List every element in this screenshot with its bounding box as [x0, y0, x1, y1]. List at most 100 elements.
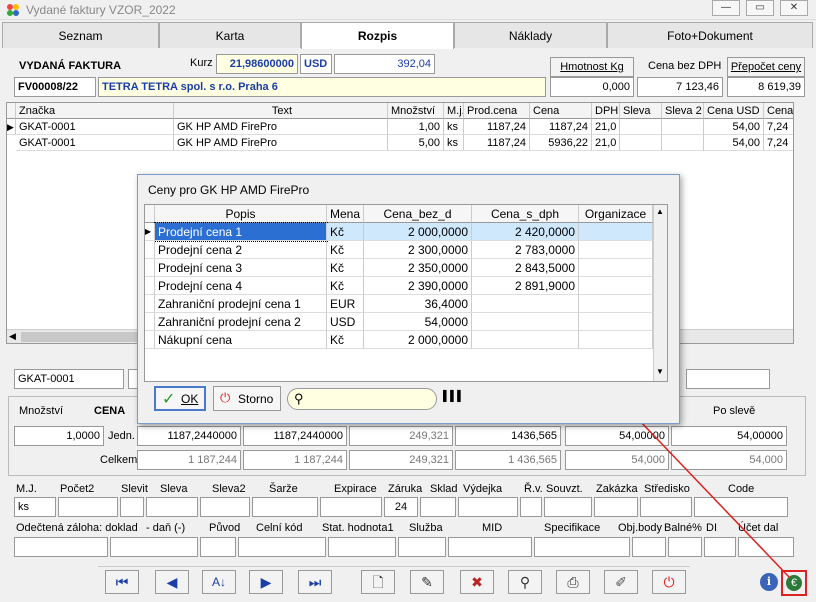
dialog-table-cell[interactable]	[579, 277, 653, 295]
balne-field[interactable]	[668, 537, 702, 557]
col-text[interactable]: Text	[174, 103, 388, 119]
dialog-table-cell[interactable]: Zahraniční prodejní cena 2	[155, 313, 327, 331]
tab-naklady[interactable]: Náklady	[454, 22, 607, 48]
souvzt-field[interactable]	[544, 497, 592, 517]
mid-field[interactable]	[448, 537, 532, 557]
dialog-table-cell[interactable]	[472, 313, 579, 331]
puvod-field[interactable]	[200, 537, 236, 557]
col-sleva[interactable]: Sleva	[620, 103, 662, 119]
mnozstvi-field[interactable]: 1,0000	[14, 426, 104, 446]
ucet-dal-field[interactable]	[738, 537, 794, 557]
dialog-table-cell[interactable]: 2 390,0000	[364, 277, 472, 295]
table-cell[interactable]: 1187,24	[464, 135, 530, 151]
dialog-table-cell[interactable]	[579, 313, 653, 331]
last-record-icon[interactable]: ⏭	[298, 570, 332, 594]
table-cell[interactable]	[620, 135, 662, 151]
dialog-table-cell[interactable]: Prodejní cena 3	[155, 259, 327, 277]
table-cell[interactable]: 21,0	[592, 135, 620, 151]
price-field[interactable]: 1436,565	[455, 426, 561, 446]
zaloha-field[interactable]	[14, 537, 108, 557]
sleva-field[interactable]	[146, 497, 198, 517]
vydejka-field[interactable]	[458, 497, 518, 517]
col-mnozstvi[interactable]: Množství	[388, 103, 444, 119]
specifikace-field[interactable]	[534, 537, 630, 557]
code-field[interactable]	[694, 497, 788, 517]
new-document-icon[interactable]: 🗋	[361, 570, 395, 594]
prices-grid[interactable]: Popis Mena Cena_bez_d Cena_s_dph Organiz…	[144, 204, 668, 382]
prepocet-button[interactable]: Přepočet ceny	[727, 57, 805, 77]
tab-foto-dokument[interactable]: Foto+Dokument	[607, 22, 813, 48]
col-dph[interactable]: DPH	[592, 103, 620, 119]
table-cell[interactable]: 1,00	[388, 119, 444, 135]
dialog-table-cell[interactable]: 2 000,0000	[364, 331, 472, 349]
dialog-table-cell[interactable]: 54,0000	[364, 313, 472, 331]
detail-extra-field[interactable]	[686, 369, 770, 389]
mj-field[interactable]: ks	[14, 497, 56, 517]
price-field[interactable]: 54,00000	[565, 426, 669, 446]
expirace-field[interactable]	[320, 497, 382, 517]
table-cell[interactable]: GK HP AMD FirePro	[174, 119, 388, 135]
kurz-field[interactable]: 21,98600000	[216, 54, 298, 74]
table-cell[interactable]: GK HP AMD FirePro	[174, 135, 388, 151]
table-cell[interactable]: 54,00	[704, 119, 764, 135]
dialog-table-cell[interactable]	[472, 331, 579, 349]
col-cena-2[interactable]: Cena	[764, 103, 793, 119]
dialog-table-cell[interactable]: Kč	[327, 277, 364, 295]
dcol-popis[interactable]: Popis	[155, 205, 327, 223]
dialog-table-cell[interactable]: Kč	[327, 223, 364, 241]
tools-icon[interactable]: ✐	[604, 570, 638, 594]
obj-body-field[interactable]	[632, 537, 666, 557]
dialog-table-cell[interactable]	[472, 295, 579, 313]
dialog-table-cell[interactable]: 2 350,0000	[364, 259, 472, 277]
dcol-organizace[interactable]: Organizace	[579, 205, 653, 223]
scroll-left-icon[interactable]: ◀	[9, 331, 16, 342]
print-icon[interactable]: ⎙	[556, 570, 590, 594]
price-field[interactable]: 249,321	[349, 426, 453, 446]
binoculars-icon[interactable]: ⚲	[508, 570, 542, 594]
di-field[interactable]	[704, 537, 736, 557]
dialog-table-cell[interactable]: Kč	[327, 259, 364, 277]
dialog-table-cell[interactable]: Nákupní cena	[155, 331, 327, 349]
rv-field[interactable]	[520, 497, 542, 517]
dialog-table-cell[interactable]: 2 891,9000	[472, 277, 579, 295]
dialog-table-cell[interactable]	[579, 295, 653, 313]
scroll-down-icon[interactable]: ▼	[656, 367, 664, 376]
previous-record-icon[interactable]: ◀	[155, 570, 189, 594]
slevit-field[interactable]	[120, 497, 144, 517]
euro-button[interactable]: €	[781, 570, 807, 596]
dialog-search-input[interactable]: ⚲	[287, 388, 437, 410]
table-cell[interactable]: 7,24	[764, 119, 793, 135]
dcol-cena-s[interactable]: Cena_s_dph	[472, 205, 579, 223]
dialog-table-cell[interactable]: 2 000,0000	[364, 223, 472, 241]
edit-icon[interactable]: ✎	[410, 570, 444, 594]
dialog-table-cell[interactable]: Zahraniční prodejní cena 1	[155, 295, 327, 313]
scroll-up-icon[interactable]: ▲	[656, 207, 664, 216]
dialog-table-cell[interactable]: 36,4000	[364, 295, 472, 313]
table-cell[interactable]: 54,00	[704, 135, 764, 151]
sarze-field[interactable]	[252, 497, 318, 517]
dialog-table-cell[interactable]: USD	[327, 313, 364, 331]
sort-icon[interactable]: A↓	[202, 570, 236, 594]
pocet2-field[interactable]	[58, 497, 118, 517]
sleva2-field[interactable]	[200, 497, 250, 517]
celni-kod-field[interactable]	[238, 537, 326, 557]
dialog-table-cell[interactable]: Kč	[327, 241, 364, 259]
first-record-icon[interactable]: ⏮	[105, 570, 139, 594]
dialog-table-cell[interactable]: Kč	[327, 331, 364, 349]
table-cell[interactable]	[662, 135, 704, 151]
zakazka-field[interactable]	[594, 497, 638, 517]
detail-code-field[interactable]: GKAT-0001	[14, 369, 124, 389]
dialog-table-cell[interactable]: 2 783,0000	[472, 241, 579, 259]
currency-field[interactable]: USD	[300, 54, 332, 74]
table-cell[interactable]: ks	[444, 119, 464, 135]
restore-button[interactable]: ▭	[746, 0, 774, 16]
col-sleva2[interactable]: Sleva 2	[662, 103, 704, 119]
dialog-table-cell[interactable]	[579, 241, 653, 259]
dialog-table-cell[interactable]: Prodejní cena 1	[154, 222, 328, 242]
ok-button[interactable]: ✓ OK	[154, 386, 206, 411]
dialog-table-cell[interactable]: 2 843,5000	[472, 259, 579, 277]
table-cell[interactable]	[662, 119, 704, 135]
tab-seznam[interactable]: Seznam	[2, 22, 159, 48]
sluzba-field[interactable]	[398, 537, 446, 557]
col-prod-cena[interactable]: Prod.cena	[464, 103, 530, 119]
